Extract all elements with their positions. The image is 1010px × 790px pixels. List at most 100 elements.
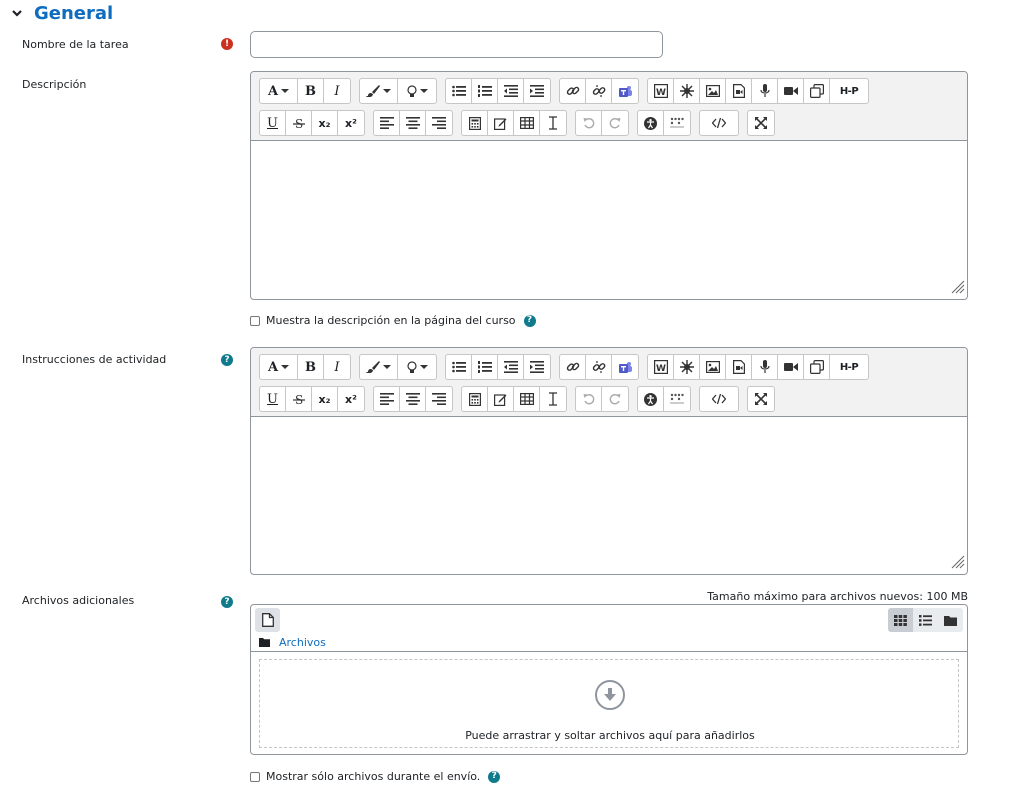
screenreader-icon[interactable] [664,387,690,411]
sketch-icon[interactable] [674,79,700,103]
edit-icon[interactable] [488,387,514,411]
brush-icon[interactable] [360,355,398,379]
task-name-input[interactable] [250,31,663,58]
subscript-icon[interactable]: x₂ [312,111,338,135]
section-header-general[interactable]: General [8,0,113,26]
code-icon[interactable] [700,387,738,411]
calculator-icon[interactable] [462,387,488,411]
drop-zone[interactable]: Puede arrastrar y soltar archivos aquí p… [259,659,959,748]
bold-icon[interactable]: B [298,355,324,379]
calculator-icon[interactable] [462,111,488,135]
italic-icon[interactable]: I [324,355,350,379]
align-right-icon[interactable] [426,111,452,135]
unlink-icon[interactable] [586,355,612,379]
copy-icon[interactable] [804,355,830,379]
grid-view-icon[interactable] [888,608,913,632]
outdent-icon[interactable] [498,355,524,379]
align-center-icon[interactable] [400,387,426,411]
tree-view-icon[interactable] [938,608,963,632]
align-right-icon[interactable] [426,387,452,411]
copy-icon[interactable] [804,79,830,103]
underline-icon[interactable]: U [260,387,286,411]
teams-icon[interactable] [612,79,638,103]
align-left-icon[interactable] [374,111,400,135]
clear-format-icon[interactable] [540,387,566,411]
microphone-icon[interactable] [752,355,778,379]
font-icon[interactable]: A [260,355,298,379]
font-icon[interactable]: A [260,79,298,103]
media-icon[interactable] [726,79,752,103]
resize-handle-icon[interactable] [949,278,965,294]
description-content[interactable] [251,141,967,296]
sketch-icon[interactable] [674,355,700,379]
undo-icon[interactable] [576,111,602,135]
teams-icon[interactable] [612,355,638,379]
image-icon[interactable] [700,355,726,379]
superscript-icon[interactable]: x² [338,387,364,411]
instructions-content[interactable] [251,417,967,571]
accessibility-icon[interactable] [638,111,664,135]
indent-icon[interactable] [524,79,550,103]
accessibility-icon[interactable] [638,387,664,411]
strikethrough-icon[interactable]: S [286,387,312,411]
show-description-checkbox-row[interactable]: Muestra la descripción en la página del … [250,314,536,327]
lightbulb-icon[interactable] [398,79,436,103]
screenreader-icon[interactable] [664,111,690,135]
video-icon[interactable] [778,355,804,379]
superscript-icon[interactable]: x² [338,111,364,135]
h5p-icon[interactable]: H-P [830,79,868,103]
help-icon[interactable]: ? [523,314,536,327]
subscript-icon[interactable]: x₂ [312,387,338,411]
bullet-list-icon[interactable] [446,79,472,103]
redo-icon[interactable] [602,111,628,135]
video-icon[interactable] [778,79,804,103]
chevron-down-icon[interactable] [8,4,26,22]
word-icon[interactable]: W [648,355,674,379]
breadcrumb-files-link[interactable]: Archivos [279,636,326,649]
section-title[interactable]: General [34,3,113,24]
numbered-list-icon[interactable] [472,79,498,103]
outdent-icon[interactable] [498,79,524,103]
help-icon[interactable]: ? [221,596,233,608]
bold-icon[interactable]: B [298,79,324,103]
link-icon[interactable] [560,355,586,379]
table-icon[interactable] [514,387,540,411]
h5p-icon[interactable]: H-P [830,355,868,379]
help-icon[interactable]: ? [221,354,233,366]
underline-icon[interactable]: U [260,111,286,135]
show-description-checkbox[interactable] [250,315,260,326]
table-icon[interactable] [514,111,540,135]
redo-icon[interactable] [602,387,628,411]
help-icon[interactable]: ? [488,770,501,783]
undo-icon[interactable] [576,387,602,411]
unlink-icon[interactable] [586,79,612,103]
numbered-list-icon[interactable] [472,355,498,379]
list-view-icon[interactable] [913,608,938,632]
edit-icon[interactable] [488,111,514,135]
fullscreen-icon[interactable] [748,387,774,411]
indent-icon[interactable] [524,355,550,379]
align-left-icon[interactable] [374,387,400,411]
resize-handle-icon[interactable] [949,553,965,569]
bullet-list-icon[interactable] [446,355,472,379]
description-editor: A B I W H-P U x₂ x² [250,71,968,300]
show-only-files-checkbox-row[interactable]: Mostrar sólo archivos durante el envío. … [250,770,501,783]
strikethrough-icon[interactable]: S [286,111,312,135]
italic-icon[interactable]: I [324,79,350,103]
divider [251,651,967,652]
show-description-label: Muestra la descripción en la página del … [266,314,516,327]
microphone-icon[interactable] [752,79,778,103]
add-file-button[interactable] [255,608,280,632]
link-icon[interactable] [560,79,586,103]
lightbulb-icon[interactable] [398,355,436,379]
clear-format-icon[interactable] [540,111,566,135]
show-only-files-checkbox[interactable] [250,771,260,782]
required-icon: ! [221,38,233,50]
image-icon[interactable] [700,79,726,103]
word-icon[interactable]: W [648,79,674,103]
align-center-icon[interactable] [400,111,426,135]
code-icon[interactable] [700,111,738,135]
fullscreen-icon[interactable] [748,111,774,135]
media-icon[interactable] [726,355,752,379]
brush-icon[interactable] [360,79,398,103]
